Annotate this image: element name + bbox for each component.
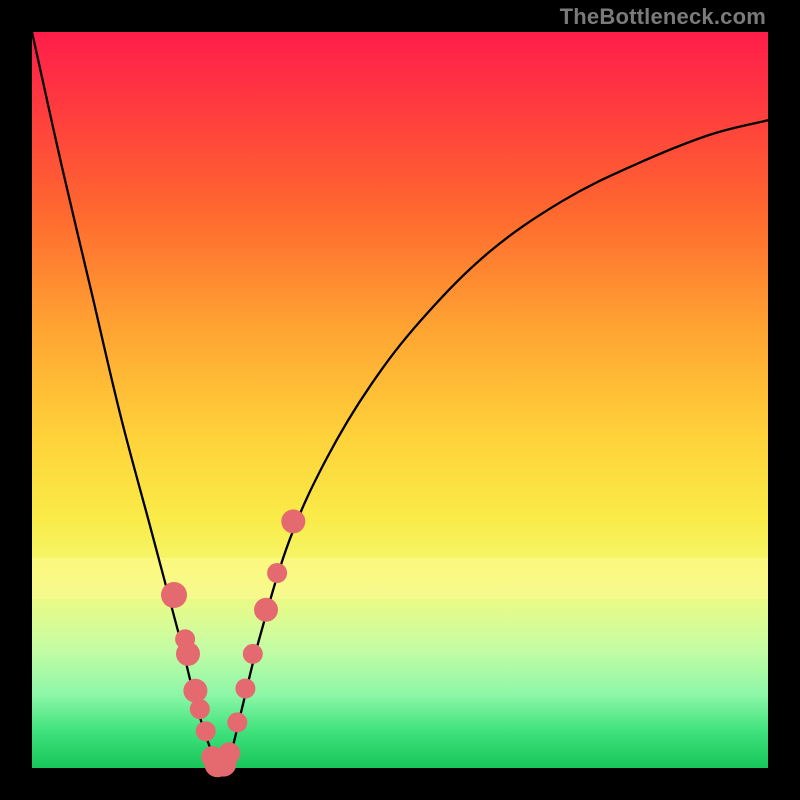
watermark-text: TheBottleneck.com [560, 4, 766, 30]
data-point [196, 721, 216, 741]
outer-frame: TheBottleneck.com [0, 0, 800, 800]
data-point [243, 644, 263, 664]
data-point [218, 742, 240, 764]
data-point [161, 582, 187, 608]
data-point [176, 642, 200, 666]
chart-svg [32, 32, 768, 768]
bottleneck-curve [32, 32, 768, 768]
data-point [190, 699, 210, 719]
data-point [267, 563, 287, 583]
data-markers [161, 509, 305, 777]
data-point [183, 679, 207, 703]
data-point [235, 679, 255, 699]
data-point [227, 712, 247, 732]
data-point [281, 509, 305, 533]
data-point [254, 598, 278, 622]
